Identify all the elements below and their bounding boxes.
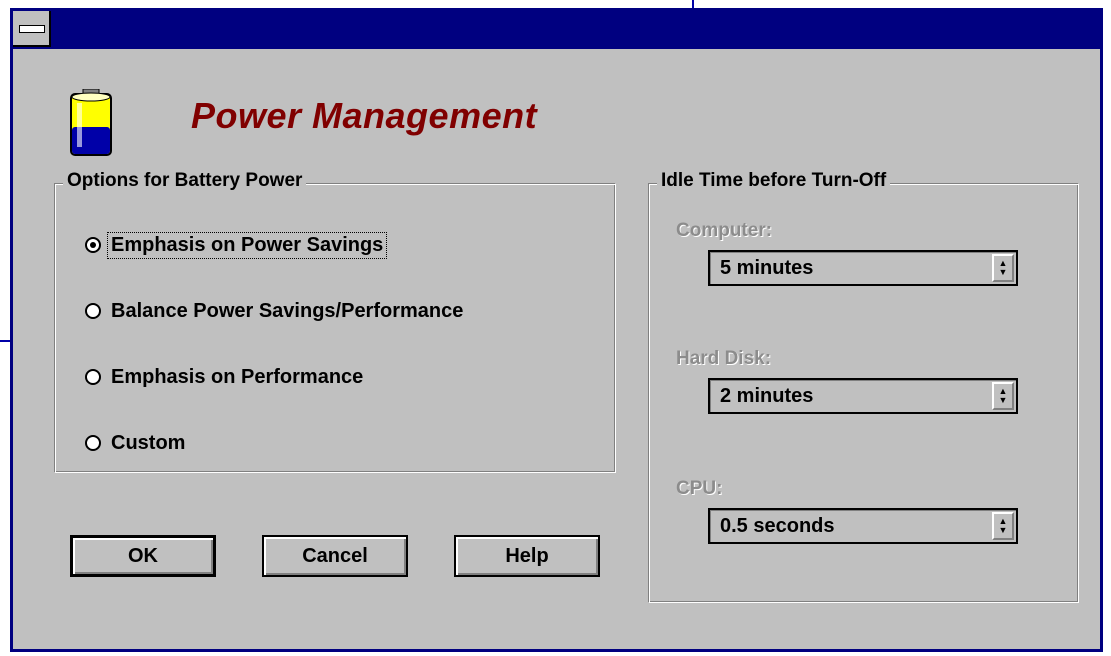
radio-button-selected[interactable]: [85, 237, 101, 253]
cpu-value: 0.5 seconds: [720, 515, 835, 537]
ok-button[interactable]: OK: [70, 535, 216, 577]
page-title: Power Management: [191, 95, 538, 136]
help-button[interactable]: Help: [454, 535, 600, 577]
radio-label: Balance Power Savings/Performance: [111, 299, 464, 322]
computer-label: Computer:: [676, 220, 773, 241]
spin-arrows-icon[interactable]: ▲ ▼: [992, 254, 1014, 282]
cpu-label: CPU:: [676, 478, 723, 499]
cpu-dropdown[interactable]: 0.5 seconds ▲ ▼: [708, 508, 1018, 544]
power-management-dialog: Power Management Options for Battery Pow…: [10, 8, 1103, 652]
idle-time-group: Idle Time before Turn-Off Computer: 5 mi…: [648, 170, 1079, 603]
radio-balance[interactable]: Balance Power Savings/Performance: [85, 296, 465, 326]
title-bar[interactable]: [13, 11, 1100, 49]
hard-disk-value: 2 minutes: [720, 385, 814, 407]
radio-button[interactable]: [85, 435, 101, 451]
idle-time-label: Idle Time before Turn-Off: [657, 170, 891, 192]
radio-performance[interactable]: Emphasis on Performance: [85, 362, 365, 392]
radio-custom[interactable]: Custom: [85, 428, 187, 458]
radio-button[interactable]: [85, 303, 101, 319]
computer-value: 5 minutes: [720, 257, 814, 279]
hard-disk-dropdown[interactable]: 2 minutes ▲ ▼: [708, 378, 1018, 414]
radio-label: Emphasis on Performance: [111, 365, 364, 388]
spin-arrows-icon[interactable]: ▲ ▼: [992, 512, 1014, 540]
radio-label: Custom: [111, 431, 186, 454]
battery-options-group: Options for Battery Power Emphasis on Po…: [54, 170, 616, 473]
system-menu-icon[interactable]: [13, 11, 51, 47]
battery-options-label: Options for Battery Power: [63, 170, 307, 192]
radio-label: Emphasis on Power Savings: [106, 231, 388, 259]
spin-arrows-icon[interactable]: ▲ ▼: [992, 382, 1014, 410]
hard-disk-label: Hard Disk:: [676, 348, 772, 369]
cancel-button[interactable]: Cancel: [262, 535, 408, 577]
radio-power-savings[interactable]: Emphasis on Power Savings: [85, 230, 388, 260]
computer-dropdown[interactable]: 5 minutes ▲ ▼: [708, 250, 1018, 286]
radio-button[interactable]: [85, 369, 101, 385]
battery-icon: [70, 89, 112, 156]
